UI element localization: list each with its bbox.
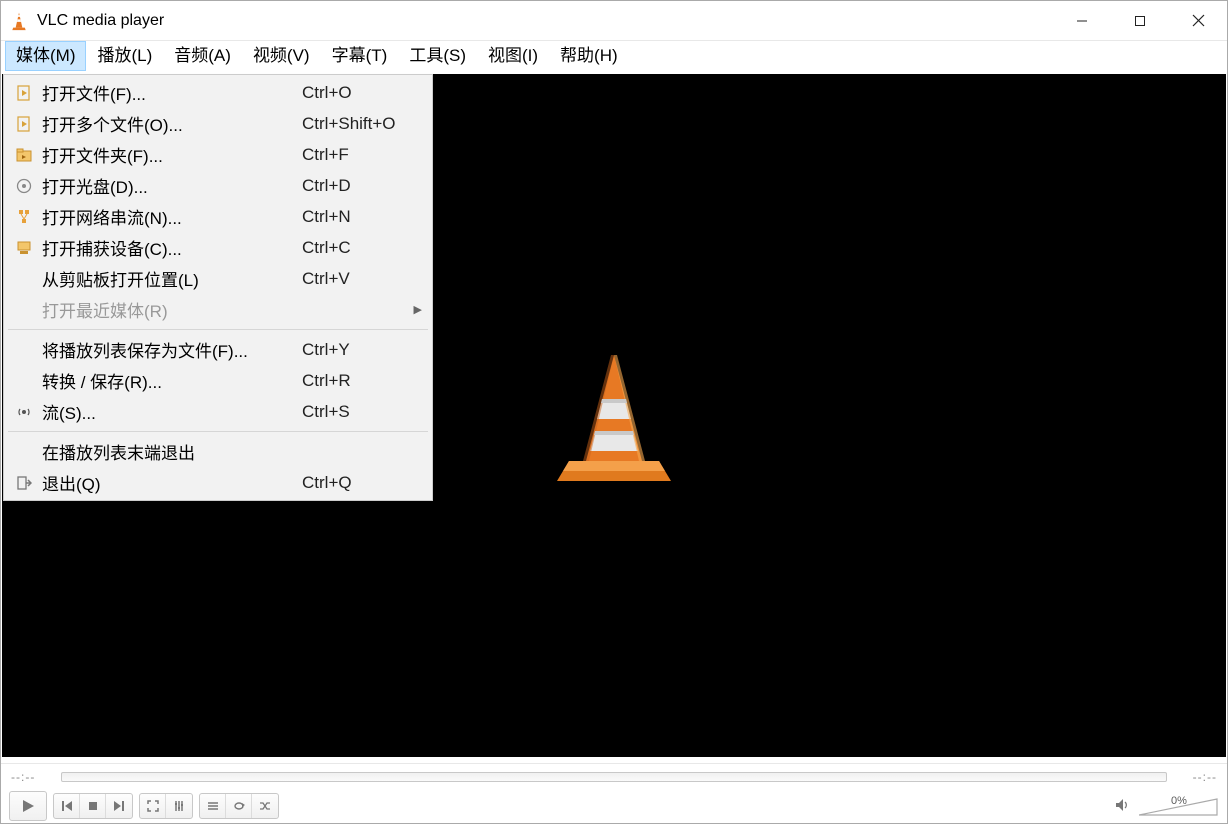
titlebar: VLC media player [1,1,1227,41]
menu-item-label: 打开多个文件(O)... [42,111,302,136]
seek-slider[interactable] [61,772,1167,782]
menu-item-label: 转换 / 保存(R)... [42,368,302,393]
view-group [139,793,193,819]
capture-icon [6,240,42,256]
close-button[interactable] [1169,1,1227,40]
speaker-icon[interactable] [1115,798,1131,815]
extended-settings-button[interactable] [166,794,192,818]
menu-item-label: 流(S)... [42,399,302,424]
menu-playback[interactable]: 播放(L) [86,41,163,71]
menu-save-playlist[interactable]: 将播放列表保存为文件(F)... Ctrl+Y [6,334,430,365]
menu-view[interactable]: 视图(I) [477,41,549,71]
menu-item-shortcut: Ctrl+O [302,83,422,103]
menu-item-label: 在播放列表末端退出 [42,439,302,464]
menu-open-recent-media: 打开最近媒体(R) ▶ [6,294,430,325]
exit-icon [6,475,42,491]
shuffle-button[interactable] [252,794,278,818]
menu-item-label: 从剪贴板打开位置(L) [42,266,302,291]
menu-stream[interactable]: 流(S)... Ctrl+S [6,396,430,427]
disc-icon [6,178,42,194]
menu-item-label: 打开网络串流(N)... [42,204,302,229]
menu-open-capture-device[interactable]: 打开捕获设备(C)... Ctrl+C [6,232,430,263]
menu-separator [8,431,428,432]
menu-open-disc[interactable]: 打开光盘(D)... Ctrl+D [6,170,430,201]
menu-item-label: 退出(Q) [42,470,302,495]
menu-item-shortcut: Ctrl+Y [302,340,422,360]
fullscreen-button[interactable] [140,794,166,818]
volume-slider[interactable]: 0% [1139,795,1219,817]
menu-item-label: 打开文件(F)... [42,80,302,105]
menu-convert-save[interactable]: 转换 / 保存(R)... Ctrl+R [6,365,430,396]
maximize-button[interactable] [1111,1,1169,40]
playlist-group [199,793,279,819]
menu-item-shortcut: Ctrl+Shift+O [302,114,422,134]
menu-open-folder[interactable]: 打开文件夹(F)... Ctrl+F [6,139,430,170]
menubar: 媒体(M) 播放(L) 音频(A) 视频(V) 字幕(T) 工具(S) 视图(I… [1,41,1227,71]
menu-quit-at-end[interactable]: 在播放列表末端退出 [6,436,430,467]
menu-quit[interactable]: 退出(Q) Ctrl+Q [6,467,430,498]
menu-item-shortcut: Ctrl+F [302,145,422,165]
submenu-arrow-icon: ▶ [414,303,422,316]
menu-item-label: 打开光盘(D)... [42,173,302,198]
menu-open-multiple-files[interactable]: 打开多个文件(O)... Ctrl+Shift+O [6,108,430,139]
stream-icon [6,404,42,420]
menu-subtitle[interactable]: 字幕(T) [321,41,399,71]
volume-percent-label: 0% [1171,795,1187,807]
previous-button[interactable] [54,794,80,818]
loop-button[interactable] [226,794,252,818]
menu-item-label: 打开捕获设备(C)... [42,235,302,260]
minimize-button[interactable] [1053,1,1111,40]
menu-help[interactable]: 帮助(H) [549,41,629,71]
menu-item-label: 打开最近媒体(R) [42,297,294,322]
menu-video[interactable]: 视频(V) [242,41,321,71]
menu-item-shortcut: Ctrl+C [302,238,422,258]
vlc-cone-logo [539,341,689,491]
menu-item-shortcut: Ctrl+R [302,371,422,391]
menu-tools[interactable]: 工具(S) [398,41,477,71]
menu-item-label: 打开文件夹(F)... [42,142,302,167]
time-elapsed: --:-- [11,770,51,784]
menu-audio[interactable]: 音频(A) [163,41,242,71]
playback-group [53,793,133,819]
file-play-icon [6,85,42,101]
menu-media[interactable]: 媒体(M) [5,41,86,71]
menu-item-shortcut: Ctrl+S [302,402,422,422]
media-menu-dropdown: 打开文件(F)... Ctrl+O 打开多个文件(O)... Ctrl+Shif… [3,74,433,501]
window-controls [1053,1,1227,40]
next-button[interactable] [106,794,132,818]
network-icon [6,209,42,225]
menu-item-shortcut: Ctrl+N [302,207,422,227]
menu-item-label: 将播放列表保存为文件(F)... [42,337,302,362]
file-play-icon [6,116,42,132]
menu-open-file[interactable]: 打开文件(F)... Ctrl+O [6,77,430,108]
stop-button[interactable] [80,794,106,818]
menu-item-shortcut: Ctrl+Q [302,473,422,493]
menu-separator [8,329,428,330]
volume-area: 0% [1115,795,1219,817]
folder-icon [6,147,42,163]
menu-open-from-clipboard[interactable]: 从剪贴板打开位置(L) Ctrl+V [6,263,430,294]
playlist-button[interactable] [200,794,226,818]
seek-row: --:-- --:-- [1,763,1227,789]
menu-open-network-stream[interactable]: 打开网络串流(N)... Ctrl+N [6,201,430,232]
vlc-cone-icon [9,11,29,31]
play-button[interactable] [9,791,47,821]
window-title: VLC media player [37,12,1053,30]
time-total: --:-- [1177,770,1217,784]
controls-row: 0% [1,789,1227,823]
menu-item-shortcut: Ctrl+V [302,269,422,289]
menu-item-shortcut: Ctrl+D [302,176,422,196]
